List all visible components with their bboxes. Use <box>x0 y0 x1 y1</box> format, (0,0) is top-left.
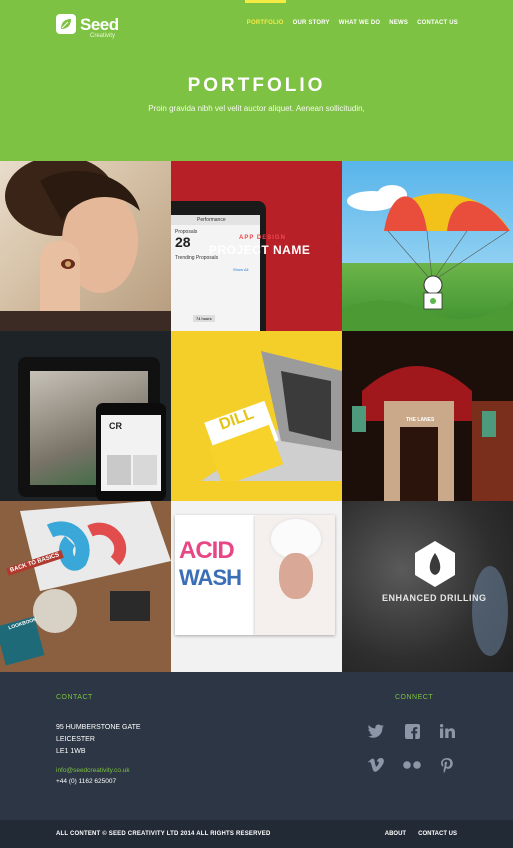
building-image <box>342 331 513 501</box>
tablet-device: Performance Proposals 28 Trending Propos… <box>171 201 266 331</box>
portfolio-tile-building[interactable]: THE LANES <box>342 331 513 501</box>
linkedin-icon[interactable] <box>438 722 456 740</box>
magazine-word1: ACID <box>179 537 235 564</box>
logo-tagline: Creativity <box>90 32 116 39</box>
flickr-icon[interactable] <box>403 756 421 774</box>
vimeo-icon[interactable] <box>367 756 385 774</box>
twitter-icon[interactable] <box>367 722 385 740</box>
phone-number: +44 (0) 1162 625007 <box>56 778 117 785</box>
nav-what-we-do[interactable]: WHAT WE DO <box>339 20 381 26</box>
portfolio-tile-parachute[interactable] <box>342 161 513 331</box>
app-show-all: Show All <box>233 267 249 272</box>
magazine-right-page <box>255 515 335 635</box>
address-line: LE1 1WB <box>56 748 86 755</box>
nav-news[interactable]: NEWS <box>389 20 408 26</box>
portfolio-grid: Performance Proposals 28 Trending Propos… <box>0 161 513 672</box>
page-title: PORTFOLIO <box>187 75 326 96</box>
logo-name: Seed <box>80 14 119 34</box>
portrait-image <box>0 161 171 331</box>
building-sign: THE LANES <box>406 417 435 423</box>
business-cards-image <box>171 331 342 501</box>
app-screen-title: Performance <box>171 215 260 225</box>
portfolio-tile-enhanced-drilling[interactable]: ENHANCED DRILLING <box>342 501 513 672</box>
drilling-logo <box>415 541 508 656</box>
portfolio-tile-magazine[interactable]: ACID WASH <box>171 501 342 672</box>
tile-kicker: APP DESIGN <box>239 235 286 241</box>
main-nav: PORTFOLIO OUR STORY WHAT WE DO NEWS CONT… <box>244 0 458 26</box>
pinterest-icon[interactable] <box>438 756 456 774</box>
leaf-icon <box>56 14 76 34</box>
nav-portfolio[interactable]: PORTFOLIO <box>244 0 286 26</box>
footer-link-about[interactable]: ABOUT <box>385 831 406 837</box>
copyright: ALL CONTENT © SEED CREATIVITY LTD 2014 A… <box>56 831 271 837</box>
connect-heading: CONNECT <box>395 694 434 701</box>
address-line: 95 HUMBERSTONE GATE <box>56 724 141 731</box>
portfolio-tile-lookbook[interactable]: BACK TO BASICS LOOKBOOK <box>0 501 171 672</box>
portfolio-tile-business-cards[interactable]: DILL <box>171 331 342 501</box>
address-line: LEICESTER <box>56 736 95 743</box>
portfolio-tile-devices[interactable]: CR <box>0 331 171 501</box>
app-hours: 74 hours <box>193 315 215 322</box>
parachute-illustration <box>342 185 513 331</box>
drilling-title: ENHANCED DRILLING <box>382 593 487 603</box>
brand-mark: CR <box>109 421 122 431</box>
phone-device: CR <box>96 403 166 501</box>
portfolio-tile-app-design[interactable]: Performance Proposals 28 Trending Propos… <box>171 161 342 331</box>
facebook-icon[interactable] <box>403 722 421 740</box>
hero-header: Seed Creativity PORTFOLIO OUR STORY WHAT… <box>0 0 513 161</box>
logo[interactable]: Seed Creativity <box>56 12 119 39</box>
footer-links: ABOUT CONTACT US <box>385 831 457 837</box>
magazine-word2: WASH <box>179 565 242 590</box>
contact-heading: CONTACT <box>56 694 93 701</box>
address: 95 HUMBERSTONE GATE LEICESTER LE1 1WB <box>56 722 141 758</box>
email-link[interactable]: info@seedcreativity.co.uk <box>56 767 130 774</box>
tile-title: PROJECT NAME <box>209 243 311 257</box>
desk-image <box>0 501 171 672</box>
portfolio-tile-portrait[interactable] <box>0 161 171 331</box>
footer-link-contact-us[interactable]: CONTACT US <box>418 831 457 837</box>
page-subtitle: Proin gravida nibh vel velit auctor aliq… <box>148 104 365 113</box>
nav-contact-us[interactable]: CONTACT US <box>417 20 458 26</box>
nav-our-story[interactable]: OUR STORY <box>293 20 330 26</box>
